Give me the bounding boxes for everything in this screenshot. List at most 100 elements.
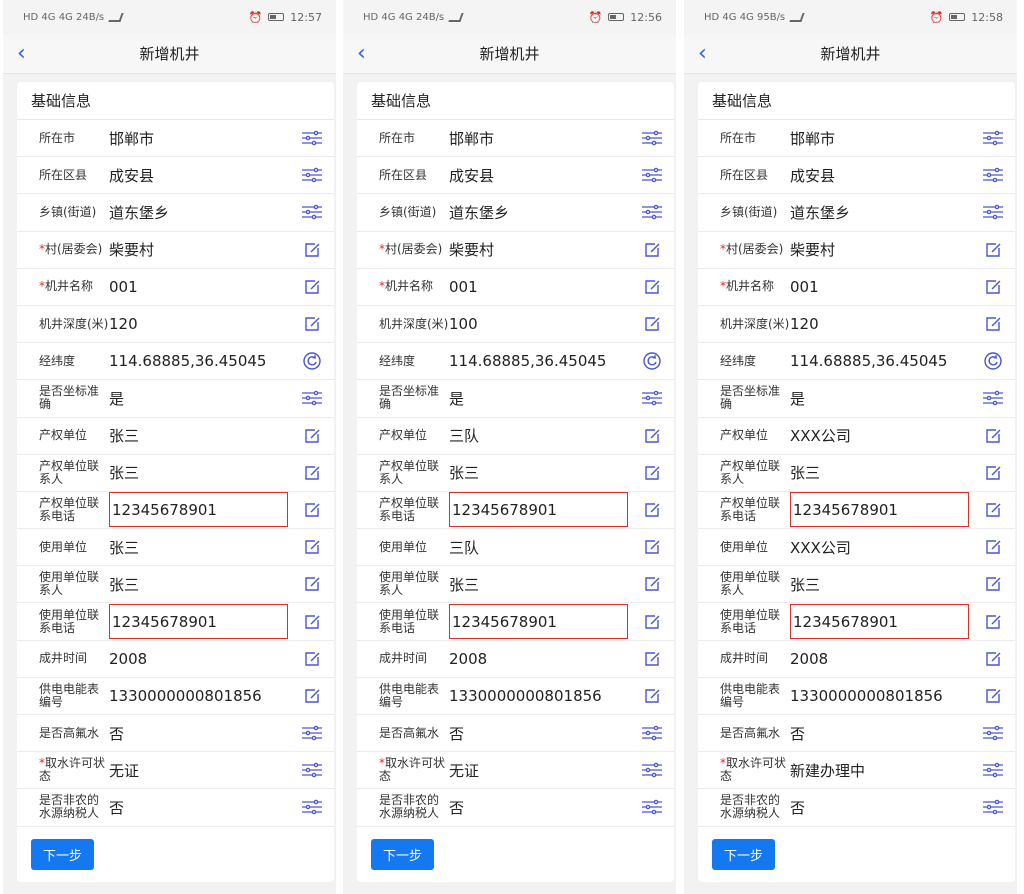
edit-icon[interactable] <box>971 501 1015 519</box>
field-value[interactable]: XXX公司 <box>790 537 971 558</box>
form-row[interactable]: 乡镇(街道) 道东堡乡 <box>357 194 674 232</box>
form-row[interactable]: *取水许可状态 无证 <box>357 752 674 790</box>
sliders-icon[interactable] <box>290 799 334 815</box>
field-value-highlighted[interactable]: 12345678901 <box>109 604 288 640</box>
refresh-icon[interactable] <box>630 351 674 371</box>
field-value[interactable]: 柴要村 <box>790 239 971 260</box>
field-value[interactable]: 001 <box>449 278 630 296</box>
field-value[interactable]: 成安县 <box>449 165 630 186</box>
form-row[interactable]: 是否非农的水源纳税人 否 <box>17 789 334 827</box>
refresh-icon[interactable] <box>290 351 334 371</box>
form-row[interactable]: 产权单位联系电话 12345678901 <box>357 492 674 530</box>
edit-icon[interactable] <box>290 464 334 482</box>
edit-icon[interactable] <box>630 241 674 259</box>
edit-icon[interactable] <box>290 278 334 296</box>
field-value[interactable]: 张三 <box>449 574 630 595</box>
edit-icon[interactable] <box>630 613 674 631</box>
field-value[interactable]: 无证 <box>449 760 630 781</box>
form-row[interactable]: 机井深度(米) 100 <box>357 306 674 344</box>
sliders-icon[interactable] <box>290 390 334 406</box>
field-value[interactable]: 道东堡乡 <box>790 202 971 223</box>
field-value[interactable]: 否 <box>109 723 290 744</box>
sliders-icon[interactable] <box>971 204 1015 220</box>
form-row[interactable]: 成井时间 2008 <box>357 641 674 678</box>
field-value[interactable]: 2008 <box>109 650 290 668</box>
sliders-icon[interactable] <box>630 799 674 815</box>
field-value[interactable]: 柴要村 <box>109 239 290 260</box>
form-row[interactable]: 成井时间 2008 <box>17 641 334 678</box>
form-row[interactable]: 经纬度 114.68885,36.45045 <box>357 343 674 381</box>
edit-icon[interactable] <box>971 575 1015 593</box>
form-row[interactable]: *村(居委会) 柴要村 <box>17 232 334 269</box>
form-row[interactable]: 使用单位 三队 <box>357 529 674 567</box>
edit-icon[interactable] <box>630 315 674 333</box>
edit-icon[interactable] <box>971 538 1015 556</box>
back-button[interactable]: ‹ <box>698 42 707 66</box>
sliders-icon[interactable] <box>971 725 1015 741</box>
field-value[interactable]: 1330000000801856 <box>449 687 630 705</box>
field-value-highlighted[interactable]: 12345678901 <box>790 604 969 640</box>
form-row[interactable]: 产权单位联系人 张三 <box>357 455 674 492</box>
sliders-icon[interactable] <box>290 762 334 778</box>
sliders-icon[interactable] <box>971 167 1015 183</box>
field-value[interactable]: 成安县 <box>109 165 290 186</box>
field-value-highlighted[interactable]: 12345678901 <box>790 492 969 528</box>
edit-icon[interactable] <box>630 575 674 593</box>
back-button[interactable]: ‹ <box>357 42 366 66</box>
field-value[interactable]: 否 <box>449 723 630 744</box>
form-row[interactable]: 乡镇(街道) 道东堡乡 <box>698 194 1015 232</box>
sliders-icon[interactable] <box>290 725 334 741</box>
form-row[interactable]: 成井时间 2008 <box>698 641 1015 678</box>
sliders-icon[interactable] <box>630 725 674 741</box>
form-row[interactable]: 供电电能表编号 1330000000801856 <box>698 678 1015 715</box>
field-value[interactable]: 001 <box>790 278 971 296</box>
field-value-highlighted[interactable]: 12345678901 <box>449 492 628 528</box>
edit-icon[interactable] <box>290 538 334 556</box>
form-row[interactable]: 使用单位联系电话 12345678901 <box>698 603 1015 641</box>
form-row[interactable]: 是否高氟水 否 <box>698 715 1015 753</box>
form-row[interactable]: 是否高氟水 否 <box>17 715 334 753</box>
edit-icon[interactable] <box>630 650 674 668</box>
field-value[interactable]: 张三 <box>790 574 971 595</box>
form-row[interactable]: 使用单位联系人 张三 <box>357 566 674 604</box>
field-value[interactable]: 120 <box>790 315 971 333</box>
edit-icon[interactable] <box>971 315 1015 333</box>
next-step-button[interactable]: 下一步 <box>371 839 434 870</box>
field-value[interactable]: 三队 <box>449 537 630 558</box>
field-value[interactable]: 柴要村 <box>449 239 630 260</box>
field-value[interactable]: 2008 <box>790 650 971 668</box>
form-row[interactable]: *取水许可状态 无证 <box>17 752 334 790</box>
field-value[interactable]: 2008 <box>449 650 630 668</box>
form-row[interactable]: 是否坐标准确 是 <box>357 380 674 418</box>
field-value[interactable]: 张三 <box>109 462 290 483</box>
refresh-icon[interactable] <box>971 351 1015 371</box>
field-value[interactable]: 成安县 <box>790 165 971 186</box>
field-value[interactable]: 114.68885,36.45045 <box>109 352 290 370</box>
form-row[interactable]: *机井名称 001 <box>698 269 1015 306</box>
field-value[interactable]: 是 <box>449 388 630 409</box>
form-row[interactable]: 所在区县 成安县 <box>17 157 334 195</box>
form-row[interactable]: *村(居委会) 柴要村 <box>698 232 1015 269</box>
form-row[interactable]: 产权单位 三队 <box>357 418 674 455</box>
sliders-icon[interactable] <box>630 204 674 220</box>
form-row[interactable]: 产权单位联系电话 12345678901 <box>17 492 334 530</box>
field-value[interactable]: 邯郸市 <box>790 128 971 149</box>
sliders-icon[interactable] <box>971 390 1015 406</box>
form-row[interactable]: 使用单位联系人 张三 <box>698 566 1015 604</box>
form-row[interactable]: 供电电能表编号 1330000000801856 <box>357 678 674 715</box>
field-value[interactable]: 新建办理中 <box>790 760 971 781</box>
field-value[interactable]: 三队 <box>449 425 630 446</box>
edit-icon[interactable] <box>971 241 1015 259</box>
sliders-icon[interactable] <box>971 762 1015 778</box>
edit-icon[interactable] <box>630 687 674 705</box>
form-row[interactable]: 产权单位 张三 <box>17 418 334 455</box>
form-row[interactable]: 所在区县 成安县 <box>698 157 1015 195</box>
form-row[interactable]: 经纬度 114.68885,36.45045 <box>17 343 334 381</box>
form-row[interactable]: 所在市 邯郸市 <box>698 120 1015 158</box>
field-value[interactable]: 100 <box>449 315 630 333</box>
form-row[interactable]: 所在市 邯郸市 <box>357 120 674 158</box>
edit-icon[interactable] <box>630 278 674 296</box>
edit-icon[interactable] <box>971 687 1015 705</box>
field-value[interactable]: 无证 <box>109 760 290 781</box>
sliders-icon[interactable] <box>290 204 334 220</box>
